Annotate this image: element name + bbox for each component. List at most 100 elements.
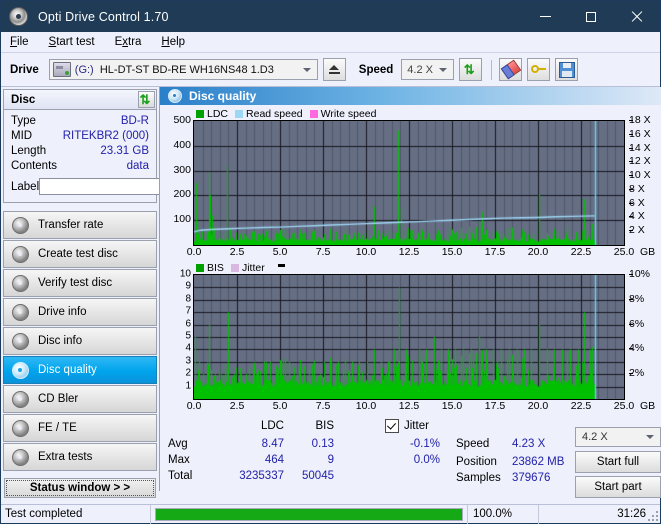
legend-label: Read speed (246, 107, 303, 120)
disc-icon (12, 303, 29, 321)
y-tick-label: 500 (173, 114, 191, 126)
disc-row-contents: Contents data (11, 159, 149, 174)
sidebar-item-drive-info[interactable]: Drive info (3, 298, 157, 326)
y-tick-label: 2 (185, 367, 191, 379)
x-tick-label: 20.0 (527, 400, 549, 412)
y2-tick-mark (629, 161, 633, 163)
disc-contents-value: data (126, 160, 149, 172)
stats-row-label-max: Max (168, 454, 190, 466)
y-tick-label: 9 (185, 280, 191, 292)
ldc-y2-axis-labels: 2 X4 X6 X8 X 10 X 12 X 14 X 16 X 18 X (625, 114, 661, 244)
legend-item-write-speed: Write speed (309, 108, 377, 120)
sidebar-item-disc-quality[interactable]: Disc quality (3, 356, 157, 384)
y2-tick-mark (629, 120, 633, 121)
main-panel: Disc quality LDC Read speed Write speed … (159, 87, 661, 498)
elapsed-time: 31:26 (617, 508, 646, 520)
close-button[interactable] (614, 1, 660, 32)
legend-swatch-icon (196, 109, 204, 118)
x-tick-label: 5.0 (272, 246, 288, 258)
status-window-button[interactable]: Status window > > (4, 478, 156, 498)
refresh-button[interactable]: ⇅ (459, 58, 483, 81)
drive-label: Drive (10, 63, 39, 76)
y-tick-label: 5 (185, 330, 191, 342)
disc-row-mid: MID RITEKBR2 (000) (11, 129, 149, 144)
maximize-button[interactable] (568, 1, 614, 32)
disc-icon (12, 390, 29, 408)
sidebar-item-label: CD Bler (38, 393, 79, 405)
eraser-icon (500, 59, 522, 80)
disc-row-type: Type BD-R (11, 114, 149, 129)
menu-file[interactable]: File (10, 36, 29, 48)
stats-row-label-avg: Avg (168, 438, 188, 450)
drive-select[interactable]: (G:) HL-DT-ST BD-RE WH16NS48 1.D3 (48, 59, 318, 80)
legend-swatch-icon (230, 263, 239, 272)
drive-icon (52, 62, 71, 77)
minimize-button[interactable] (522, 1, 568, 32)
speed-label: Speed (358, 63, 394, 76)
x-tick-label: 7.5 (315, 246, 331, 258)
window-title: Opti Drive Control 1.70 (38, 9, 169, 24)
erase-button[interactable] (499, 58, 523, 81)
sidebar-item-cd-bler[interactable]: CD Bler (3, 385, 157, 413)
menu-help[interactable]: Help (161, 36, 185, 48)
disc-icon (12, 419, 29, 437)
y2-tick-mark (629, 216, 633, 218)
sidebar-item-extra-tests[interactable]: Extra tests (3, 443, 157, 471)
sidebar-item-disc-info[interactable]: Disc info (3, 327, 157, 355)
start-full-button[interactable]: Start full (575, 451, 661, 473)
sidebar-item-create-test-disc[interactable]: Create test disc (3, 240, 157, 268)
disc-row-length: Length 23.31 GB (11, 144, 149, 159)
drive-letter: (G:) (74, 63, 94, 76)
legend-label: LDC (207, 107, 229, 120)
eject-button[interactable] (322, 58, 346, 81)
y-tick-label: 6 (185, 318, 191, 330)
disc-length-value: 23.31 GB (100, 145, 149, 157)
sidebar-item-transfer-rate[interactable]: Transfer rate (3, 211, 157, 239)
sidebar-item-verify-test-disc[interactable]: Verify test disc (3, 269, 157, 297)
jitter-checkbox[interactable] (385, 419, 399, 434)
progress-percent: 100.0% (467, 504, 539, 524)
bis-plot-canvas[interactable] (193, 274, 625, 400)
save-button[interactable] (555, 58, 579, 81)
y-tick-label: 4 (185, 342, 191, 354)
x-tick-label: 7.5 (315, 400, 331, 412)
ldc-chart: LDC Read speed Write speed 100 200 300 400 5… (160, 107, 661, 260)
x-tick-label: 12.5 (398, 400, 420, 412)
close-icon (631, 11, 643, 23)
drive-toolbar: Drive (G:) HL-DT-ST BD-RE WH16NS48 1.D3 … (1, 53, 660, 87)
x-tick-label: 22.5 (570, 246, 592, 258)
x-tick-label: 17.5 (484, 400, 506, 412)
sidebar-item-label: Verify test disc (38, 277, 113, 289)
disc-icon (168, 89, 182, 103)
disc-icon (12, 361, 29, 379)
result-speed-select[interactable]: 4.2 X (575, 427, 661, 447)
legend-marker (272, 263, 288, 272)
y2-tick-mark (629, 373, 633, 375)
y-tick-label: 400 (173, 138, 191, 151)
speed-stat-label: Speed (456, 438, 490, 450)
y-tick-label: 200 (173, 188, 191, 201)
x-tick-label: 0.0 (186, 400, 202, 412)
jitter-max-value: 0.0% (413, 454, 440, 466)
x-tick-label: 0.0 (186, 246, 202, 258)
progress-bar-fill (156, 508, 462, 520)
speed-select[interactable]: 4.2 X (401, 59, 455, 80)
y2-tick-mark (629, 188, 633, 190)
jitter-avg-value: -0.1% (409, 438, 440, 450)
start-part-button[interactable]: Start part (575, 476, 661, 498)
y-tick-label: 1 (185, 380, 191, 392)
disc-icon (12, 274, 29, 292)
ldc-y-axis-labels: 100 200 300 400 500 (160, 114, 193, 244)
disc-mid-value: RITEKBR2 (000) (62, 130, 149, 142)
bis-x-axis-labels: 0.0 2.5 5.0 7.5 10.0 12.5 15.0 17.5 20.0 22.5 25.0… (160, 400, 661, 414)
ldc-x-axis-labels: 0.0 2.5 5.0 7.5 10.0 12.5 15.0 17.5 20.0 22.5 25.0… (160, 246, 661, 260)
disc-refresh-button[interactable]: ⇅ (138, 91, 155, 108)
position-stat-value: 23862 MB (512, 456, 565, 468)
sidebar-item-fe-te[interactable]: FE / TE (3, 414, 157, 442)
menu-extra[interactable]: Extra (115, 36, 142, 48)
ldc-plot-canvas[interactable] (193, 120, 625, 246)
sidebar-item-label: Create test disc (38, 248, 118, 260)
key-button[interactable] (527, 58, 551, 81)
menu-start-test[interactable]: Start test (49, 36, 95, 48)
sidebar-item-label: Drive info (38, 306, 87, 318)
